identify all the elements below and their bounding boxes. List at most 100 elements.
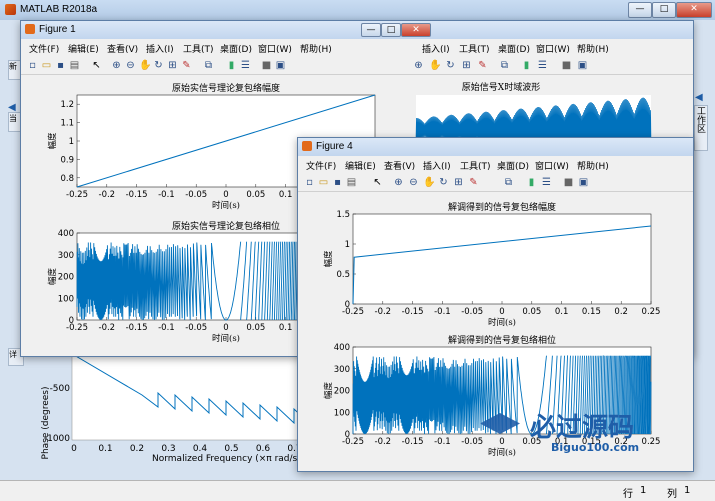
left-tab-label: 详 [9,350,17,359]
pan-icon[interactable]: ✋ [423,177,435,188]
legend-icon[interactable]: ☰ [541,177,552,188]
menu-insert-right[interactable]: 插入(I) [422,42,450,55]
link-icon-right[interactable]: ⧉ [499,60,510,71]
rotate-icon[interactable]: ↻ [153,60,164,71]
zoom-in-icon[interactable]: ⊕ [111,60,122,71]
menu-tools[interactable]: 工具(T) [460,159,491,172]
figure1-minimize-button[interactable]: — [361,23,381,37]
fig1-magnitude-xlabel: 时间(s) [212,200,240,211]
menu-edit[interactable]: 编辑(E) [68,42,99,55]
menu-desktop[interactable]: 桌面(D) [497,159,529,172]
fig1-magnitude-ytick-label: 1.2 [60,100,74,110]
figure-icon [25,24,35,34]
fig1-phase-title: 原始实信号理论复包络相位 [172,220,280,232]
pan-icon-right[interactable]: ✋ [429,60,441,71]
fig4-phase-ytick-label: 0 [345,430,350,440]
menu-tools[interactable]: 工具(T) [183,42,214,55]
open-icon[interactable]: ▭ [318,177,329,188]
rotate-icon[interactable]: ↻ [438,177,449,188]
menu-help[interactable]: 帮助(H) [300,42,332,55]
menu-help-right[interactable]: 帮助(H) [577,42,609,55]
menu-tools-right[interactable]: 工具(T) [459,42,490,55]
zoom-in-icon[interactable]: ⊕ [393,177,404,188]
link-icon[interactable]: ⧉ [503,177,514,188]
fig1-magnitude-ytick-label: 1 [69,137,74,147]
menu-file[interactable]: 文件(F) [29,42,59,55]
zoom-out-icon[interactable]: ⊖ [125,60,136,71]
print-icon[interactable]: ▤ [346,177,357,188]
brush-icon-right[interactable]: ✎ [477,60,488,71]
save-icon[interactable]: ▪ [55,60,66,71]
figure1-menubar: 文件(F) 编辑(E) 查看(V) 插入(I) 工具(T) 桌面(D) 窗口(W… [21,40,693,56]
zoom-in-icon-right[interactable]: ⊕ [413,60,424,71]
fig4-magnitude-xtick-label: 0 [499,307,504,317]
menu-insert[interactable]: 插入(I) [423,159,451,172]
hide-plottools-icon-right[interactable]: ■ [561,60,572,71]
figure1-toolbar: ▫ ▭ ▪ ▤ ↖ ⊕ ⊖ ✋ ↻ ⊞ ✎ ⧉ ▮ ☰ ■ ▣ ⊕ ✋ ↻ ⊞ … [21,57,693,75]
zoom-out-icon[interactable]: ⊖ [408,177,419,188]
workspace-panel-tab[interactable]: 工作区 [694,105,708,151]
hide-plottools-icon[interactable]: ■ [563,177,574,188]
menu-insert[interactable]: 插入(I) [146,42,174,55]
menu-view[interactable]: 查看(V) [384,159,415,172]
datatip-icon[interactable]: ⊞ [167,60,178,71]
legend-icon-right[interactable]: ☰ [537,60,548,71]
datatip-icon[interactable]: ⊞ [453,177,464,188]
fig1-magnitude-xtick-label: -0.2 [99,190,116,200]
brush-icon[interactable]: ✎ [181,60,192,71]
print-icon[interactable]: ▤ [69,60,80,71]
colorbar-icon[interactable]: ▮ [526,177,537,188]
show-plottools-icon[interactable]: ▣ [275,60,286,71]
matlab-titlebar: MATLAB R2018a — □ ✕ [0,0,715,20]
figure1-maximize-button[interactable]: □ [381,23,401,37]
right-arrow-icon[interactable]: ◀ [695,92,703,103]
fig1-phase-ytick-label: 300 [58,251,74,261]
menu-help[interactable]: 帮助(H) [577,159,609,172]
fig4-magnitude-ylabel: 幅度 [323,250,334,268]
maximize-button[interactable]: □ [652,2,676,18]
save-icon[interactable]: ▪ [332,177,343,188]
fig1-phase-ytick-label: 100 [58,294,74,304]
fig1-magnitude-xtick-label: -0.05 [185,190,207,200]
open-icon[interactable]: ▭ [41,60,52,71]
menu-file[interactable]: 文件(F) [306,159,336,172]
right-plot-title: 原始信号X时域波形 [462,81,540,93]
menu-desktop[interactable]: 桌面(D) [220,42,252,55]
show-plottools-icon[interactable]: ▣ [578,177,589,188]
hide-plottools-icon[interactable]: ■ [261,60,272,71]
link-icon[interactable]: ⧉ [203,60,214,71]
menu-window[interactable]: 窗口(W) [535,159,569,172]
status-col-value: 1 [684,485,691,496]
fig1-phase-ylabel: 幅度 [47,268,58,286]
new-figure-icon[interactable]: ▫ [27,60,38,71]
fig1-phase-xlabel: 时间(s) [212,333,240,344]
datatip-icon-right[interactable]: ⊞ [461,60,472,71]
menu-desktop-right[interactable]: 桌面(D) [498,42,530,55]
menu-edit[interactable]: 编辑(E) [345,159,376,172]
rotate-icon-right[interactable]: ↻ [445,60,456,71]
select-icon[interactable]: ↖ [91,60,102,71]
menu-window[interactable]: 窗口(W) [258,42,292,55]
fig1-phase-xtick-label: 0.05 [246,323,265,333]
left-arrow-icon[interactable]: ◀ [8,102,16,113]
left-tab-label: 当 [9,114,17,123]
new-figure-icon[interactable]: ▫ [304,177,315,188]
menu-view[interactable]: 查看(V) [107,42,138,55]
menu-window-right[interactable]: 窗口(W) [536,42,570,55]
colorbar-icon-right[interactable]: ▮ [521,60,532,71]
close-button[interactable]: ✕ [676,2,712,18]
colorbar-icon[interactable]: ▮ [226,60,237,71]
fig4-magnitude-ytick-label: 1.5 [336,210,350,220]
show-plottools-icon-right[interactable]: ▣ [577,60,588,71]
background-xtick-label: 0.6 [256,444,271,454]
fig4-magnitude-xtick-label: 0.05 [522,307,541,317]
brush-icon[interactable]: ✎ [468,177,479,188]
fig4-magnitude-xtick-label: 0.1 [555,307,569,317]
fig1-phase-xtick-label: -0.1 [158,323,175,333]
minimize-button[interactable]: — [628,2,652,18]
pan-icon[interactable]: ✋ [139,60,151,71]
fig1-magnitude-xtick-label: -0.15 [126,190,148,200]
figure1-close-button[interactable]: ✕ [401,23,431,37]
select-icon[interactable]: ↖ [372,177,383,188]
legend-icon[interactable]: ☰ [240,60,251,71]
